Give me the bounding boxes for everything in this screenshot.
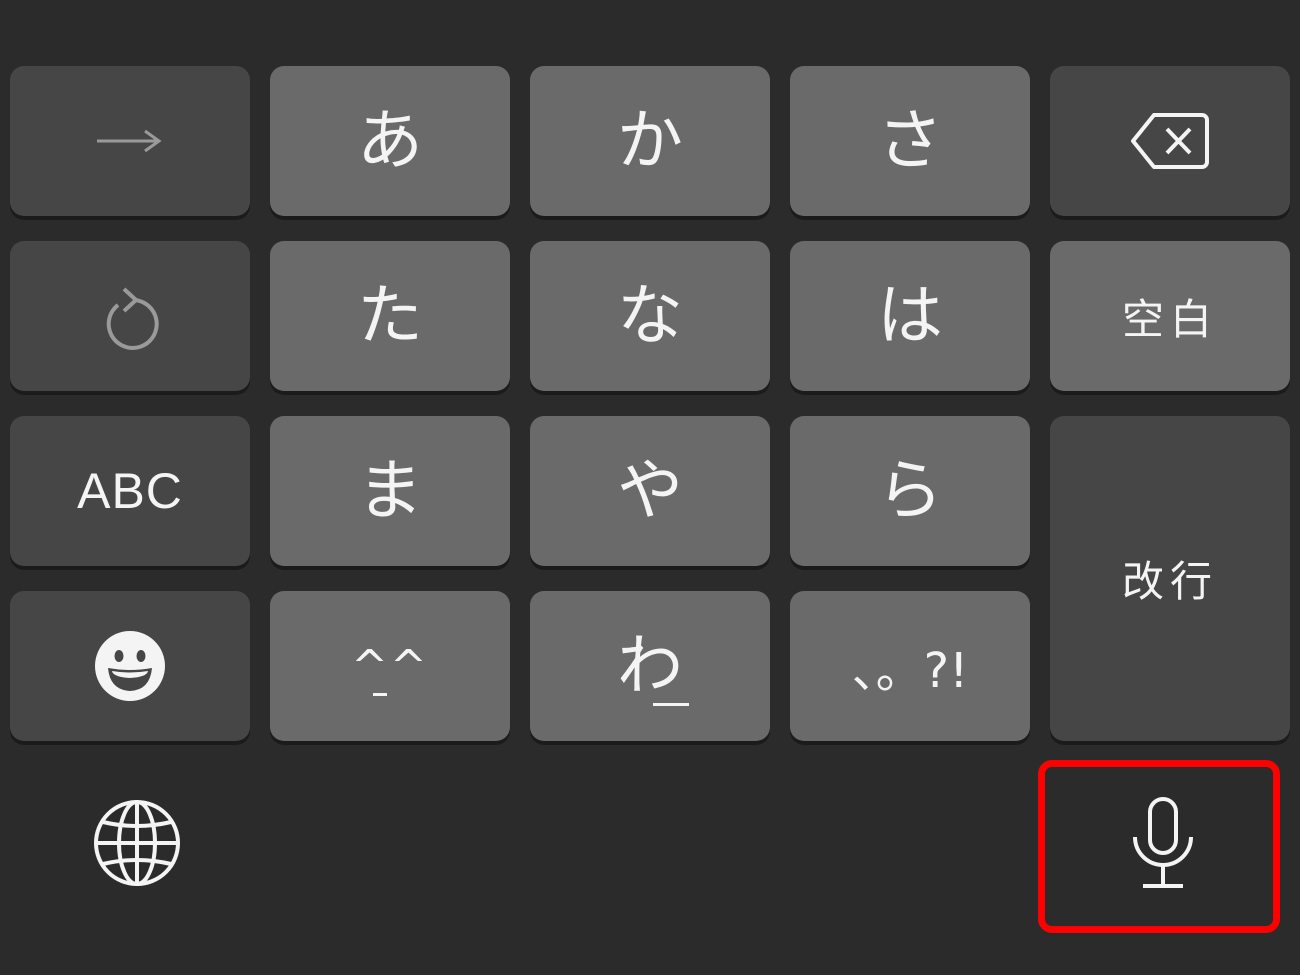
kana-key-ma[interactable]: ま [270,416,510,566]
backspace-icon [1130,109,1210,173]
kana-key-ta[interactable]: た [270,241,510,391]
microphone-highlight-box [1038,760,1280,933]
kana-key-ha[interactable]: は [790,241,1030,391]
kana-key-ya[interactable]: や [530,416,770,566]
emoticon-label: ^^ [351,640,429,696]
return-key[interactable]: 改行 [1050,416,1290,741]
next-candidate-key[interactable] [10,66,250,216]
undo-icon [100,281,160,351]
arrow-right-icon [95,126,165,156]
globe-icon [92,798,182,892]
emoticon-key[interactable]: ^^ [270,591,510,741]
kana-key-ka[interactable]: か [530,66,770,216]
globe-button[interactable] [77,785,197,905]
emoji-icon [94,630,166,702]
backspace-key[interactable] [1050,66,1290,216]
kana-key-wa-label: わ [617,633,689,706]
kana-key-ra[interactable]: ら [790,416,1030,566]
undo-key[interactable] [10,241,250,391]
abc-mode-key[interactable]: ABC [10,416,250,566]
kana-key-wa-underline [653,703,689,706]
space-key[interactable]: 空白 [1050,241,1290,391]
punctuation-key[interactable]: 、。?! [790,591,1030,741]
kana-key-a[interactable]: あ [270,66,510,216]
emoticon-label-text: ^^ [351,640,429,692]
kana-key-sa[interactable]: さ [790,66,1030,216]
kana-key-wa[interactable]: わ [530,591,770,741]
emoticon-underline [373,692,388,696]
kana-key-wa-text: わ [617,627,683,704]
emoji-key[interactable] [10,591,250,741]
kana-key-na[interactable]: な [530,241,770,391]
japanese-flick-keyboard: あ か さ た な は 空白 ABC ま や ら 改行 ^^ わ 、。?! [0,0,1300,975]
